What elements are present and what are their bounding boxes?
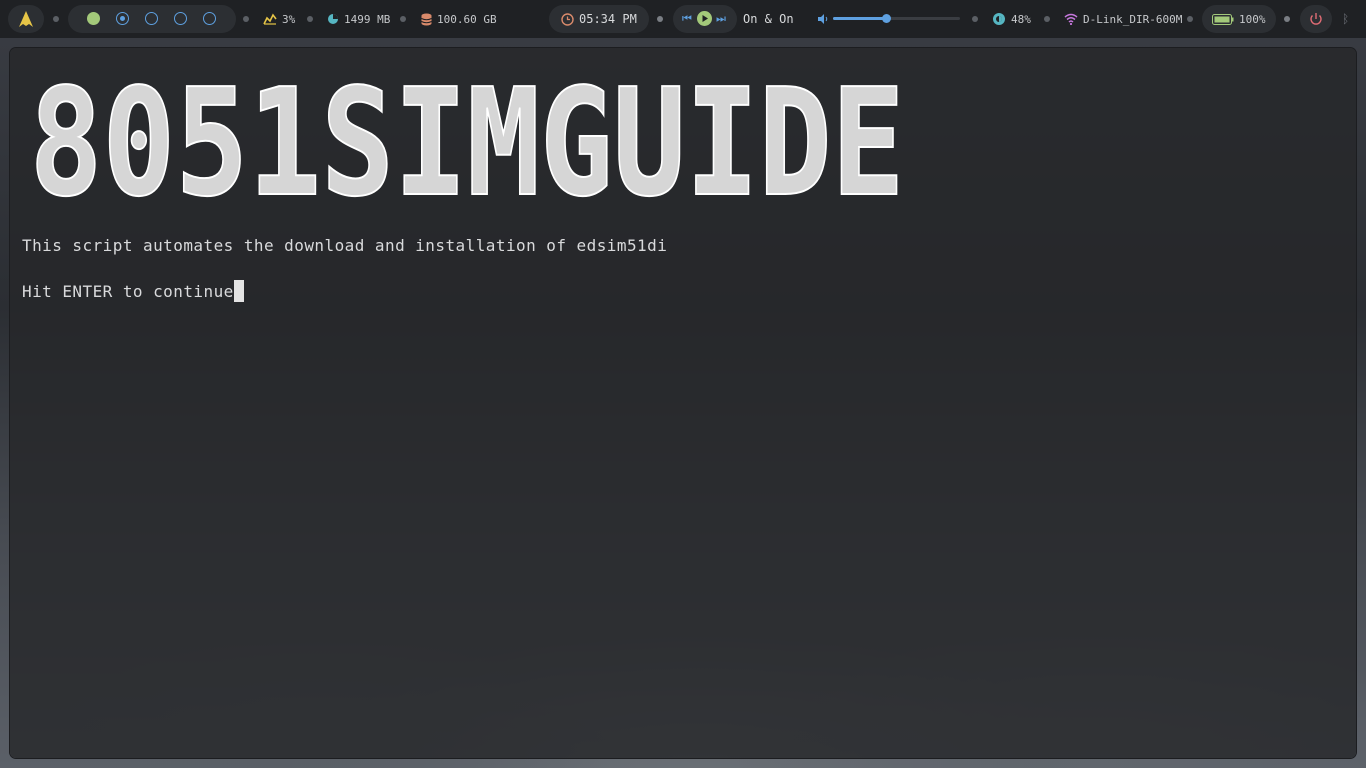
disk-value: 100.60 GB (437, 12, 497, 26)
terminal-prompt-text: Hit ENTER to continue (22, 282, 234, 301)
power-icon (1310, 13, 1322, 25)
terminal-cursor (233, 280, 244, 302)
database-icon (421, 13, 432, 25)
workspace-3[interactable] (145, 12, 158, 25)
volume-handle[interactable] (881, 14, 891, 23)
brightness-module[interactable]: 48% (992, 0, 1031, 38)
workspace-2[interactable] (116, 12, 129, 25)
play-icon[interactable] (697, 11, 712, 26)
terminal-prompt-line: Hit ENTER to continue (22, 280, 244, 302)
terminal-line-description: This script automates the download and i… (22, 236, 668, 255)
clock-text: 05:34 PM (561, 0, 637, 38)
battery-value: 100% (1239, 12, 1266, 26)
brightness-value: 48% (1011, 12, 1031, 26)
wifi-icon (1064, 13, 1078, 25)
workspace-1[interactable] (87, 12, 100, 25)
arch-logo-icon (19, 11, 33, 27)
clock-value: 05:34 PM (579, 12, 637, 26)
skip-forward-icon[interactable]: ⏭ (716, 12, 726, 25)
banner-text: 8051SIMGUIDE (30, 82, 905, 206)
workspace-4[interactable] (174, 12, 187, 25)
network-module[interactable]: D-Link_DIR-600M (1064, 0, 1182, 38)
volume-module[interactable] (817, 0, 829, 38)
top-bar: 3% 1499 MB 100.60 GB 05:34 PM ⏮ ⏭ On & O… (0, 0, 1366, 38)
volume-fill (833, 17, 887, 20)
skip-back-icon[interactable]: ⏮ (682, 12, 692, 25)
clock-icon (561, 12, 574, 26)
cpu-module[interactable]: 3% (263, 0, 295, 38)
cpu-value: 3% (282, 12, 296, 26)
speaker-icon (818, 14, 828, 24)
workspace-5[interactable] (203, 12, 216, 25)
brightness-icon (993, 13, 1005, 25)
memory-module[interactable]: 1499 MB (327, 0, 390, 38)
memory-value: 1499 MB (344, 12, 391, 26)
ascii-banner: 8051SIMGUIDE (29, 82, 906, 206)
memory-pie-icon (328, 14, 338, 24)
disk-module[interactable]: 100.60 GB (421, 0, 497, 38)
launcher-button[interactable] (8, 5, 44, 33)
cpu-graph-icon (263, 13, 277, 25)
media-track: On & On (743, 12, 794, 26)
power-button[interactable] (1300, 5, 1332, 33)
bluetooth-icon[interactable]: ᛒ (1342, 0, 1349, 38)
battery-icon (1212, 13, 1234, 25)
network-value: D-Link_DIR-600M (1083, 12, 1183, 26)
volume-slider[interactable] (833, 14, 960, 23)
battery-text: 100% (1212, 0, 1266, 38)
